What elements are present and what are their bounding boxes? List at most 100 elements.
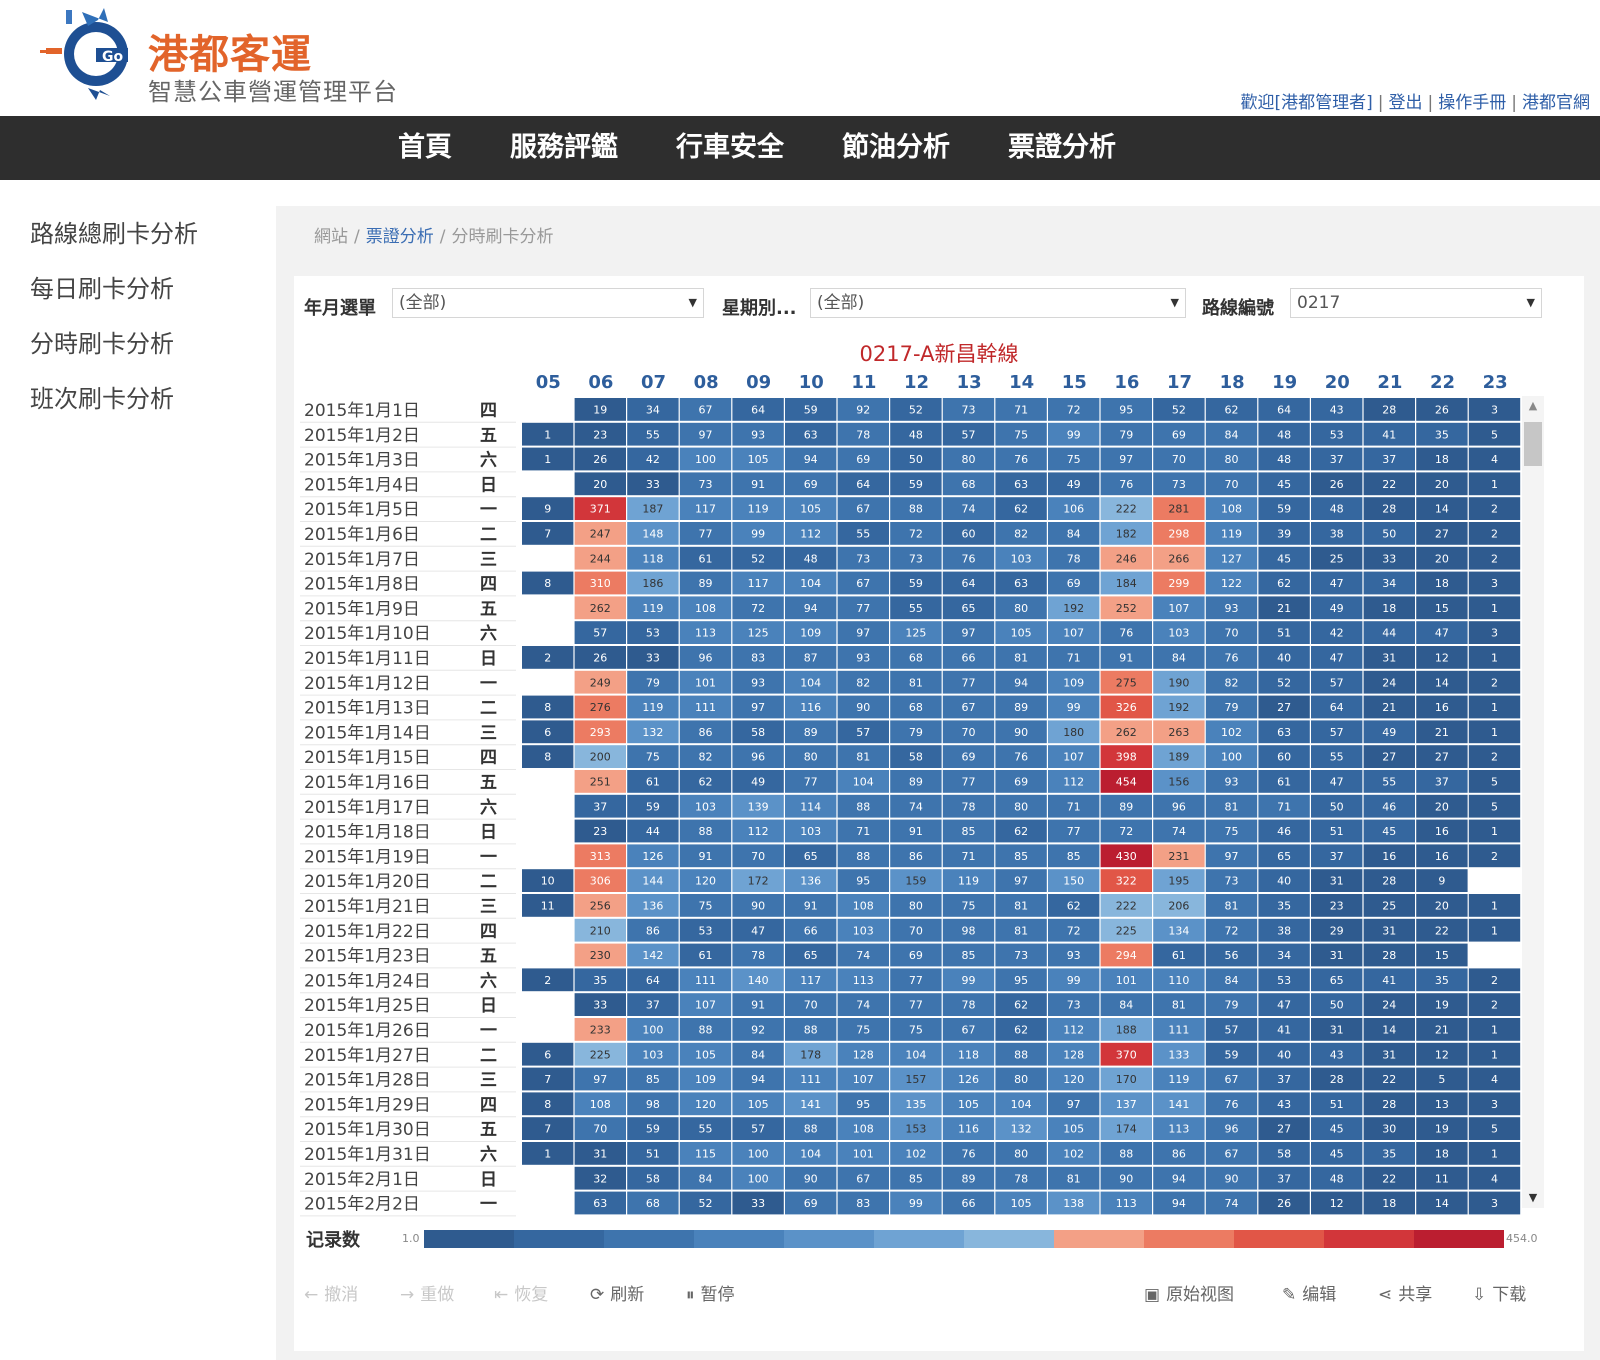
welcome-link[interactable]: 歡迎[港都管理者]: [1241, 93, 1373, 113]
heatmap-cell-label: 35: [593, 974, 607, 987]
original-view-button[interactable]: ▣ 原始视图: [1144, 1280, 1234, 1305]
logout-link[interactable]: 登出: [1389, 93, 1423, 113]
heatmap-cell-label: 139: [748, 800, 769, 813]
heatmap-cell-label: 306: [590, 875, 611, 888]
heatmap-cell-label: 44: [646, 825, 660, 838]
manual-link[interactable]: 操作手冊: [1438, 93, 1506, 113]
heatmap-cell-label: 27: [1277, 1123, 1291, 1136]
row-weekday-label: 日: [480, 996, 497, 1016]
heatmap-cell-label: 61: [699, 949, 713, 962]
official-site-link[interactable]: 港都官網: [1522, 93, 1590, 113]
heatmap-cell-label: 116: [800, 701, 821, 714]
heatmap-cell-label: 69: [856, 453, 870, 466]
heatmap-cell-label: 94: [804, 453, 818, 466]
heatmap-cell-label: 79: [909, 726, 923, 739]
heatmap-cell-label: 71: [1014, 404, 1028, 417]
scroll-thumb[interactable]: [1524, 422, 1542, 466]
nav-driving-safety[interactable]: 行車安全: [676, 116, 784, 180]
heatmap-cell-label: 112: [1063, 1024, 1084, 1037]
sidebar-item-daily[interactable]: 每日刷卡分析: [30, 269, 174, 304]
pause-button[interactable]: ⏸ 暂停: [686, 1280, 735, 1305]
heatmap-cell-label: 99: [1067, 974, 1081, 987]
heatmap-cell-label: 13: [1435, 1098, 1449, 1111]
row-weekday-label: 六: [480, 970, 497, 991]
refresh-button[interactable]: ⟳ 刷新: [590, 1280, 644, 1305]
heatmap-cell-label: 74: [962, 503, 976, 516]
heatmap-cell-label: 100: [642, 1024, 663, 1037]
hour-header: 05: [536, 372, 561, 393]
heatmap-cell-label: 97: [1225, 850, 1239, 863]
heatmap-cell-label: 85: [962, 949, 976, 962]
heatmap-cell-label: 88: [804, 1024, 818, 1037]
heatmap-cell-label: 1: [1491, 478, 1498, 491]
heatmap-cell-label: 91: [804, 900, 818, 913]
row-date-label: 2015年1月13日: [304, 699, 431, 719]
heatmap-cell-label: 31: [1382, 652, 1396, 665]
heatmap-cell-label: 76: [962, 552, 976, 565]
nav-fuel-analysis[interactable]: 節油分析: [842, 116, 950, 180]
heatmap-cell-label: 27: [1277, 701, 1291, 714]
heatmap-cell-label: 105: [800, 503, 821, 516]
heatmap-cell-label: 105: [748, 453, 769, 466]
heatmap-cell-label: 62: [1014, 825, 1028, 838]
heatmap-cell-label: 60: [1277, 751, 1291, 764]
nav-home[interactable]: 首頁: [398, 116, 452, 180]
heatmap-cell-label: 190: [1168, 676, 1189, 689]
heatmap-cell-label: 51: [1277, 627, 1291, 640]
color-legend[interactable]: [424, 1230, 1504, 1248]
revert-button[interactable]: ⇤ 恢复: [494, 1280, 548, 1305]
sidebar-item-trip[interactable]: 班次刷卡分析: [30, 379, 174, 414]
share-button[interactable]: ⋖ 共享: [1378, 1280, 1432, 1305]
legend-swatch: [1234, 1230, 1324, 1248]
heatmap-cell-label: 6: [544, 1048, 551, 1061]
heatmap-cell-label: 81: [1172, 999, 1186, 1012]
heatmap-cell-label: 116: [958, 1123, 979, 1136]
heatmap-cell-label: 68: [909, 652, 923, 665]
sidebar-item-hourly[interactable]: 分時刷卡分析: [30, 324, 174, 359]
heatmap-cell-label: 119: [748, 503, 769, 516]
heatmap-cell-label: 109: [695, 1073, 716, 1086]
heatmap-cell-label: 76: [962, 1148, 976, 1161]
nav-ticket-analysis[interactable]: 票證分析: [1008, 116, 1116, 180]
heatmap-cell-label: 136: [800, 875, 821, 888]
heatmap-cell-label: 26: [1330, 478, 1344, 491]
heatmap-cell-label: 77: [962, 776, 976, 789]
heatmap-cell-label: 59: [804, 404, 818, 417]
heatmap-cell-label: 2: [544, 652, 551, 665]
scroll-down-icon[interactable]: ▼: [1522, 1188, 1544, 1208]
heatmap-cell-label: 120: [1063, 1073, 1084, 1086]
heatmap-cell-label: 19: [1435, 999, 1449, 1012]
heatmap-cell-label: 90: [856, 701, 870, 714]
heatmap-cell-label: 91: [699, 850, 713, 863]
row-date-label: 2015年1月22日: [304, 922, 431, 942]
heatmap-cell-label: 2: [1491, 751, 1498, 764]
heatmap-cell-label: 9: [1438, 875, 1445, 888]
heatmap-cell-label: 120: [695, 875, 716, 888]
heatmap-cell-label: 18: [1435, 577, 1449, 590]
heatmap-cell-label: 69: [1067, 577, 1081, 590]
row-date-label: 2015年1月6日: [304, 525, 420, 545]
scroll-up-icon[interactable]: ▲: [1522, 396, 1544, 416]
edit-button[interactable]: ✎ 编辑: [1282, 1280, 1336, 1305]
heatmap-cell-label: 25: [1382, 900, 1396, 913]
redo-button[interactable]: → 重做: [400, 1280, 454, 1305]
heatmap-cell-label: 33: [751, 1197, 765, 1210]
heatmap-cell-label: 117: [695, 503, 716, 516]
heatmap-cell-label: 37: [646, 999, 660, 1012]
heatmap-scrollbar[interactable]: ▲ ▼: [1522, 396, 1544, 1208]
breadcrumb-section[interactable]: 票證分析: [366, 227, 434, 247]
nav-service-evaluation[interactable]: 服務評鑑: [510, 116, 618, 180]
undo-button[interactable]: ← 撤消: [304, 1280, 358, 1305]
hour-header: 06: [588, 372, 613, 393]
heatmap-cell-label: 70: [804, 999, 818, 1012]
sidebar-item-route-total[interactable]: 路線總刷卡分析: [30, 214, 198, 249]
heatmap-cell-label: 89: [804, 726, 818, 739]
legend-swatch: [694, 1230, 784, 1248]
row-weekday-label: 六: [480, 623, 497, 644]
revert-icon: ⇤: [494, 1285, 509, 1305]
heatmap-cell-label: 65: [804, 949, 818, 962]
logo-icon[interactable]: Go: [38, 4, 142, 104]
breadcrumb-home[interactable]: 網站: [314, 227, 348, 247]
download-button[interactable]: ⇩ 下载: [1472, 1280, 1526, 1305]
heatmap-cell-label: 21: [1277, 602, 1291, 615]
